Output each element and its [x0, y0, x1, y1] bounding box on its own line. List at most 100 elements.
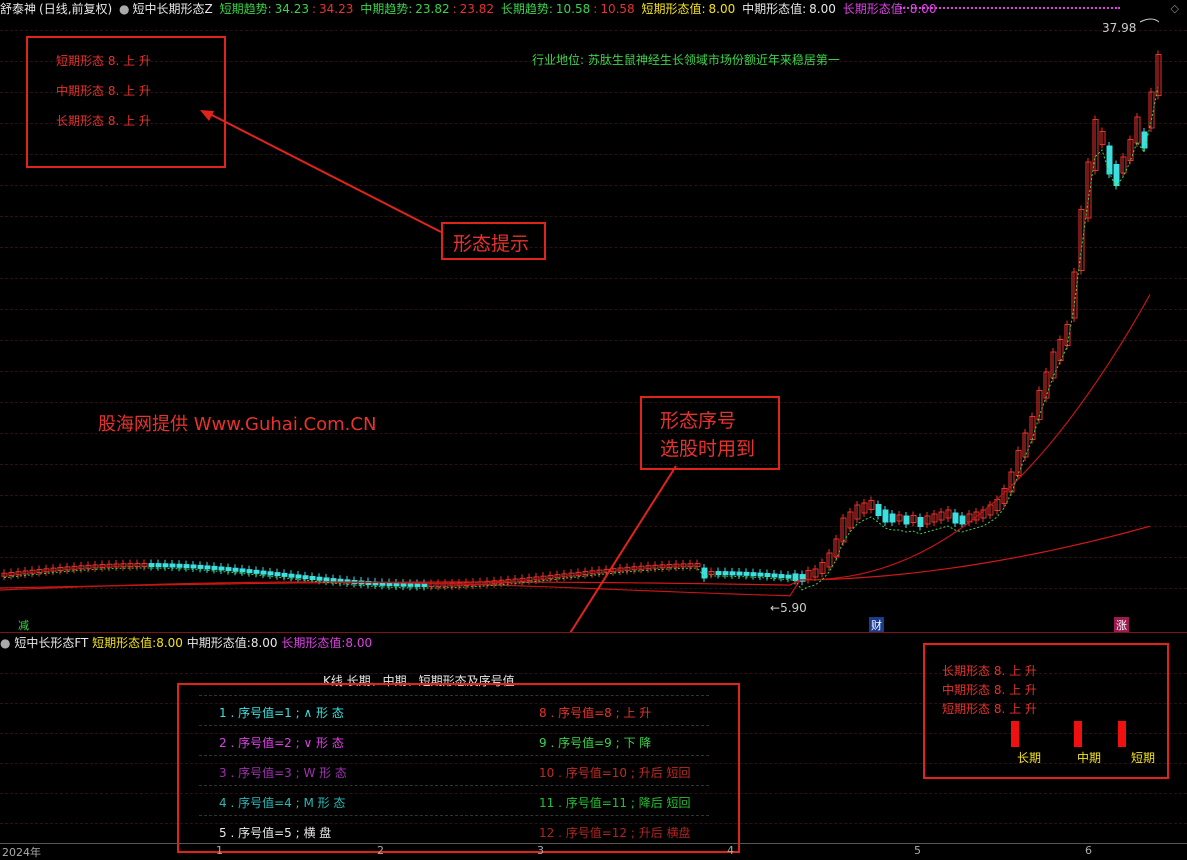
candle — [785, 574, 792, 579]
bar-long — [1011, 721, 1019, 747]
candle — [750, 572, 757, 577]
candle — [917, 517, 924, 527]
candle — [393, 582, 400, 587]
seq-item-1: 1 . 序号值=1 ; ∧ 形 态 — [219, 706, 344, 720]
x-tick-3: 3 — [537, 844, 544, 857]
bar-label-long: 长期 — [1017, 751, 1042, 765]
status-mid: 中期形态 8. 上 升 — [942, 683, 1037, 697]
candle — [743, 571, 750, 576]
seq-item-3: 3 . 序号值=3 ; W 形 态 — [219, 766, 347, 780]
candle — [875, 504, 882, 516]
sub-short-label: 短期形态值: — [92, 636, 157, 650]
candle — [204, 565, 211, 570]
candle — [190, 564, 197, 569]
candle — [239, 568, 246, 573]
x-tick-1: 1 — [216, 844, 223, 857]
sub-short-value: 8.00 — [156, 636, 183, 650]
candle — [323, 577, 330, 582]
bar-label-mid: 中期 — [1077, 751, 1102, 765]
bar-label-short: 短期 — [1131, 751, 1156, 765]
seq-item-11: 11 . 序号值=11 ; 降后 短回 — [539, 796, 691, 810]
sequence-table: 1 . 序号值=1 ; ∧ 形 态 2 . 序号值=2 ; ∨ 形 态 3 . … — [177, 683, 740, 853]
status-long: 长期形态 8. 上 升 — [942, 664, 1037, 678]
status-short: 短期形态 8. 上 升 — [942, 702, 1037, 716]
arrow-form-tip — [207, 112, 442, 233]
candle — [757, 572, 764, 577]
candle — [421, 582, 428, 587]
ma-short-line — [3, 86, 1159, 591]
x-axis: 2024年 1 2 3 4 5 6 — [0, 843, 1187, 859]
candle — [316, 576, 323, 581]
x-tick-2: 2 — [377, 844, 384, 857]
candle — [722, 571, 729, 576]
candle — [148, 563, 155, 568]
candle — [414, 582, 421, 587]
candle — [267, 571, 274, 576]
candle — [729, 571, 736, 576]
bar-short — [1118, 721, 1126, 747]
arrow-seq — [569, 465, 677, 632]
form-status-box: 长期形态 8. 上 升 中期形态 8. 上 升 短期形态 8. 上 升 长期 中… — [923, 643, 1169, 779]
candle — [232, 567, 239, 572]
bar-mid — [1074, 721, 1082, 747]
x-tick-4: 4 — [727, 844, 734, 857]
candle — [959, 515, 966, 525]
candle — [246, 569, 253, 574]
sub-long-value: 8.00 — [345, 636, 373, 650]
candle — [407, 582, 414, 587]
candle — [274, 572, 281, 577]
seq-item-8: 8 . 序号值=8 ; 上 升 — [539, 706, 652, 720]
sub-mid-label: 中期形态值: — [186, 636, 251, 650]
x-tick-5: 5 — [914, 844, 921, 857]
candle — [771, 573, 778, 578]
ma-mid-line — [0, 294, 1151, 597]
sub-long-label: 长期形态值: — [281, 636, 346, 650]
candle — [764, 573, 771, 578]
candle — [211, 565, 218, 570]
candle — [183, 564, 190, 569]
candle — [260, 570, 267, 575]
candle — [253, 569, 260, 574]
candle — [309, 575, 316, 580]
seq-item-10: 10 . 序号值=10 ; 升后 短回 — [539, 766, 691, 780]
seq-item-4: 4 . 序号值=4 ; M 形 态 — [219, 796, 346, 810]
price-high-pointer — [1139, 18, 1160, 23]
seq-item-9: 9 . 序号值=9 ; 下 降 — [539, 736, 652, 750]
sub-indicator-toggle-icon[interactable]: ● — [0, 636, 10, 650]
candle — [778, 574, 785, 579]
sub-indicator-header: ● 短中长形态FT 短期形态值:8.00 中期形态值:8.00 长期形态值:8.… — [0, 634, 372, 650]
candle — [155, 563, 162, 568]
candle — [302, 575, 309, 580]
candle — [225, 567, 232, 572]
candle — [1141, 131, 1148, 149]
candle — [882, 509, 889, 523]
x-tick-year: 2024年 — [2, 846, 41, 859]
candle — [169, 563, 176, 568]
candle — [889, 513, 896, 523]
ma-long-line — [0, 525, 1151, 589]
seq-item-12: 12 . 序号值=12 ; 升后 横盘 — [539, 826, 691, 840]
seq-item-5: 5 . 序号值=5 ; 横 盘 — [219, 826, 332, 840]
candle — [715, 571, 722, 576]
sub-mid-value: 8.00 — [250, 636, 278, 650]
sub-indicator-name[interactable]: 短中长形态FT — [14, 636, 88, 650]
candle — [176, 563, 183, 568]
candle — [952, 512, 959, 524]
candle — [162, 563, 169, 568]
x-tick-6: 6 — [1085, 844, 1092, 857]
candle — [903, 515, 910, 525]
candle — [400, 582, 407, 587]
candle — [288, 573, 295, 578]
candle — [792, 573, 799, 582]
candle — [281, 572, 288, 577]
kline-chart[interactable] — [0, 0, 1187, 632]
candle — [701, 567, 708, 579]
candle — [736, 571, 743, 576]
candle — [197, 564, 204, 569]
seq-item-2: 2 . 序号值=2 ; ∨ 形 态 — [219, 736, 344, 750]
candle — [218, 566, 225, 571]
candles-group — [1, 50, 1162, 591]
candle — [295, 574, 302, 579]
candle — [1106, 145, 1113, 175]
candle — [1113, 164, 1120, 186]
